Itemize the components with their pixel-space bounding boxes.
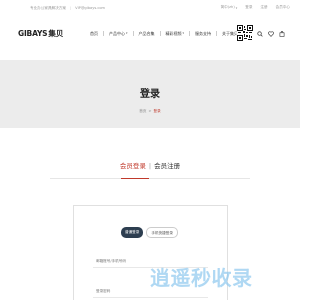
auth-tabs: 会员登录 | 会员注册 [0, 160, 300, 170]
nav-item-service[interactable]: 服务支持 [189, 31, 216, 36]
heart-icon[interactable] [268, 31, 274, 37]
nav-item-label: 精彩视频 [165, 31, 182, 36]
chevron-down-icon: ▾ [126, 31, 128, 35]
chevron-down-icon: ▾ [182, 31, 185, 35]
breadcrumb-home[interactable]: 首页 [139, 109, 146, 113]
logo-text: GIBAYS [18, 29, 48, 38]
page-title: 登录 [140, 89, 160, 100]
top-links: 简中(zh) ▾ 登录 注册 会员中心 [221, 5, 290, 10]
tab-register[interactable]: 会员注册 [154, 162, 180, 170]
tab-baseline [50, 178, 250, 179]
language-select[interactable]: 简中(zh) ▾ [221, 5, 238, 10]
nav-item-products[interactable]: 产品中心 ▾ [103, 31, 133, 36]
tagline: 专业办公家具解决方案 [30, 5, 66, 10]
chevron-down-icon: ▾ [235, 5, 238, 10]
breadcrumb-current: 登录 [153, 109, 161, 113]
nav-item-label: 产品合集 [138, 31, 155, 36]
watermark-text: 逍遥秒收录 [150, 266, 253, 290]
login-mode-switch: 普通登录 手机快捷登录 [121, 227, 178, 238]
logo[interactable]: GIBAYS 集贝 [18, 28, 63, 39]
main-nav: 首页 产品中心 ▾ 产品合集 精彩视频 ▾ 服务支持 关于集贝 ▾ [85, 31, 246, 36]
page: 专业办公家具解决方案 | VIP@gibays.com 简中(zh) ▾ 登录 … [0, 0, 300, 300]
sms-login-button[interactable]: 手机快捷登录 [146, 227, 178, 238]
top-bar: 专业办公家具解决方案 | VIP@gibays.com 简中(zh) ▾ 登录 … [0, 0, 300, 16]
search-icon[interactable] [257, 31, 263, 37]
divider: | [69, 6, 72, 10]
member-center-link[interactable]: 会员中心 [276, 5, 290, 10]
email-link[interactable]: VIP@gibays.com [75, 6, 105, 10]
breadcrumb: 首页 > 登录 [0, 109, 300, 114]
nav-item-label: 首页 [90, 31, 98, 36]
logo-cn-text: 集贝 [48, 29, 64, 38]
bag-icon[interactable] [279, 31, 285, 37]
active-tab-underline [121, 177, 149, 179]
breadcrumb-separator: > [148, 109, 152, 113]
nav-item-label: 关于集贝 [222, 31, 239, 36]
nav-item-collections[interactable]: 产品合集 [132, 31, 160, 36]
header-icons [257, 31, 285, 37]
nav-item-videos[interactable]: 精彩视频 ▾ [159, 31, 190, 36]
nav-item-label: 服务支持 [195, 31, 212, 36]
qr-code-icon[interactable] [237, 25, 253, 41]
register-link[interactable]: 注册 [260, 5, 267, 10]
watermark: 逍遥秒收录 [150, 262, 253, 291]
tab-divider: | [148, 162, 152, 170]
tab-login[interactable]: 会员登录 [120, 162, 146, 170]
nav-item-home[interactable]: 首页 [85, 31, 103, 36]
nav-item-label: 产品中心 [109, 31, 125, 36]
language-label: 简中(zh) [220, 5, 235, 9]
login-link[interactable]: 登录 [245, 5, 252, 10]
page-banner: 登录 首页 > 登录 [0, 60, 300, 128]
password-login-button[interactable]: 普通登录 [121, 227, 144, 238]
